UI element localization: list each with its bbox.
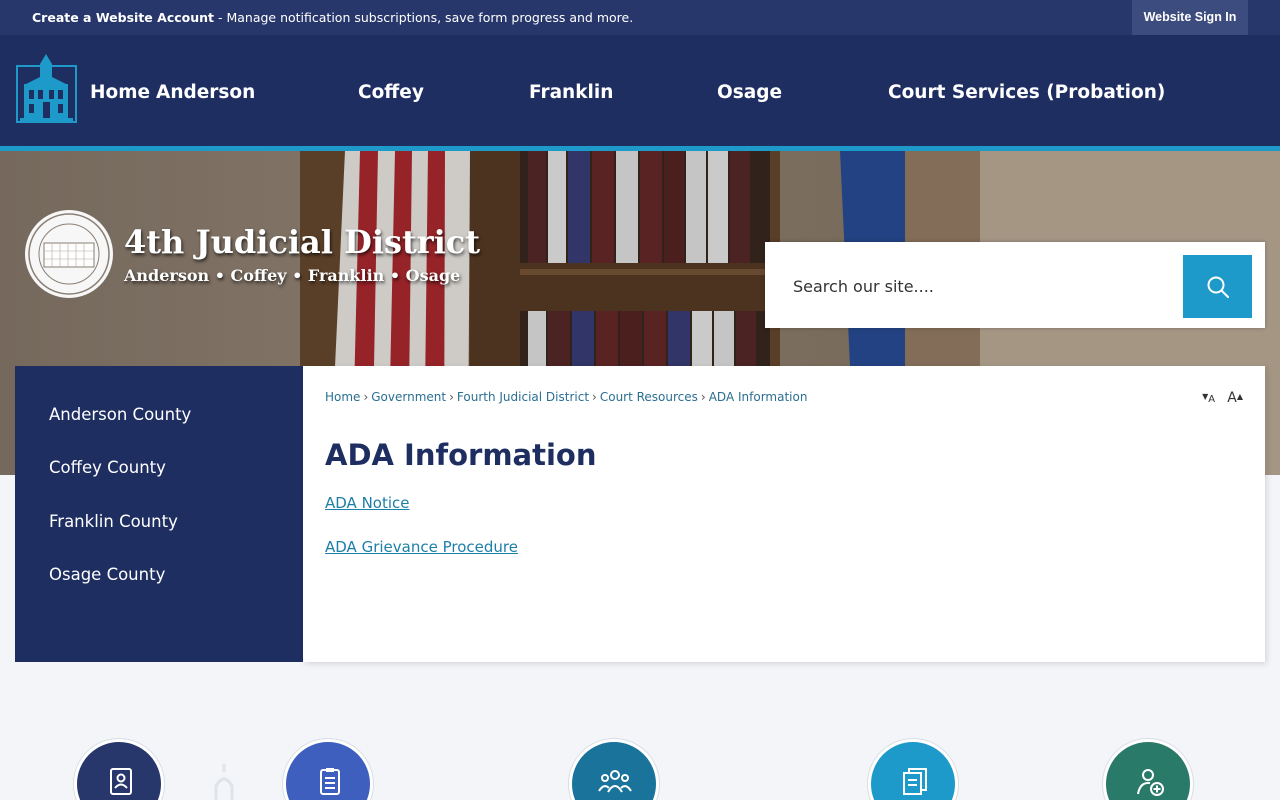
nav-anderson[interactable]: Anderson	[156, 82, 255, 103]
ada-notice-link[interactable]: ADA Notice	[325, 494, 410, 512]
nav-osage[interactable]: Osage	[717, 82, 782, 103]
ada-grievance-procedure-link[interactable]: ADA Grievance Procedure	[325, 538, 518, 556]
sidebar: Anderson County Coffey County Franklin C…	[15, 366, 303, 662]
quick-links	[0, 662, 1280, 800]
site-subtitle: Anderson • Coffey • Franklin • Osage	[124, 266, 461, 285]
sign-in-button[interactable]: Website Sign In	[1132, 0, 1248, 35]
sidebar-item-osage-county[interactable]: Osage County	[49, 565, 165, 584]
increase-font-button[interactable]: A▲	[1227, 390, 1243, 406]
notification-message: - Manage notification subscriptions, sav…	[214, 10, 634, 25]
decrease-font-button[interactable]: ▼A	[1202, 391, 1215, 406]
nav-home[interactable]: Home	[90, 82, 150, 103]
nav-court-services[interactable]: Court Services (Probation)	[888, 82, 1165, 103]
font-size-controls: ▼A A▲	[1202, 390, 1243, 406]
notification-bar: Create a Website Account - Manage notifi…	[0, 0, 1280, 35]
courthouse-logo-icon[interactable]	[16, 52, 77, 124]
search-button[interactable]	[1183, 255, 1252, 318]
breadcrumb-ada-information[interactable]: ADA Information	[709, 390, 808, 404]
breadcrumb-home[interactable]: Home	[325, 390, 360, 404]
nav-coffey[interactable]: Coffey	[358, 82, 424, 103]
sidebar-item-coffey-county[interactable]: Coffey County	[49, 458, 166, 477]
documents-icon	[903, 768, 927, 795]
page-title: ADA Information	[325, 438, 597, 472]
quick-link-documents[interactable]	[868, 739, 958, 800]
people-group-icon	[598, 770, 632, 793]
nav-franklin[interactable]: Franklin	[529, 82, 613, 103]
search-icon	[1207, 276, 1229, 298]
breadcrumb-government[interactable]: Government	[371, 390, 446, 404]
breadcrumb: Home › Government › Fourth Judicial District…	[325, 390, 808, 404]
main-nav: Home Anderson Coffey Franklin Osage Cour…	[0, 35, 1280, 146]
clipboard-icon	[320, 768, 340, 795]
search-box	[765, 242, 1265, 328]
quick-link-register[interactable]	[1103, 739, 1193, 800]
contact-card-icon	[110, 768, 132, 795]
district-seal-icon[interactable]	[24, 209, 114, 299]
sidebar-item-anderson-county[interactable]: Anderson County	[49, 405, 191, 424]
quick-link-people[interactable]	[569, 739, 659, 800]
site-title[interactable]: 4th Judicial District	[124, 223, 480, 261]
create-account-link[interactable]: Create a Website Account	[32, 10, 214, 25]
notification-text: Create a Website Account - Manage notifi…	[32, 10, 633, 25]
quick-link-contact[interactable]	[74, 739, 164, 800]
add-user-icon	[1137, 769, 1164, 796]
breadcrumb-court-resources[interactable]: Court Resources	[600, 390, 698, 404]
main-content: Home › Government › Fourth Judicial District…	[303, 366, 1265, 662]
search-input[interactable]	[777, 255, 1182, 317]
breadcrumb-fourth-judicial-district[interactable]: Fourth Judicial District	[457, 390, 589, 404]
sidebar-item-franklin-county[interactable]: Franklin County	[49, 512, 178, 531]
quick-link-forms[interactable]	[283, 739, 373, 800]
dome-watermark-icon	[214, 764, 234, 800]
